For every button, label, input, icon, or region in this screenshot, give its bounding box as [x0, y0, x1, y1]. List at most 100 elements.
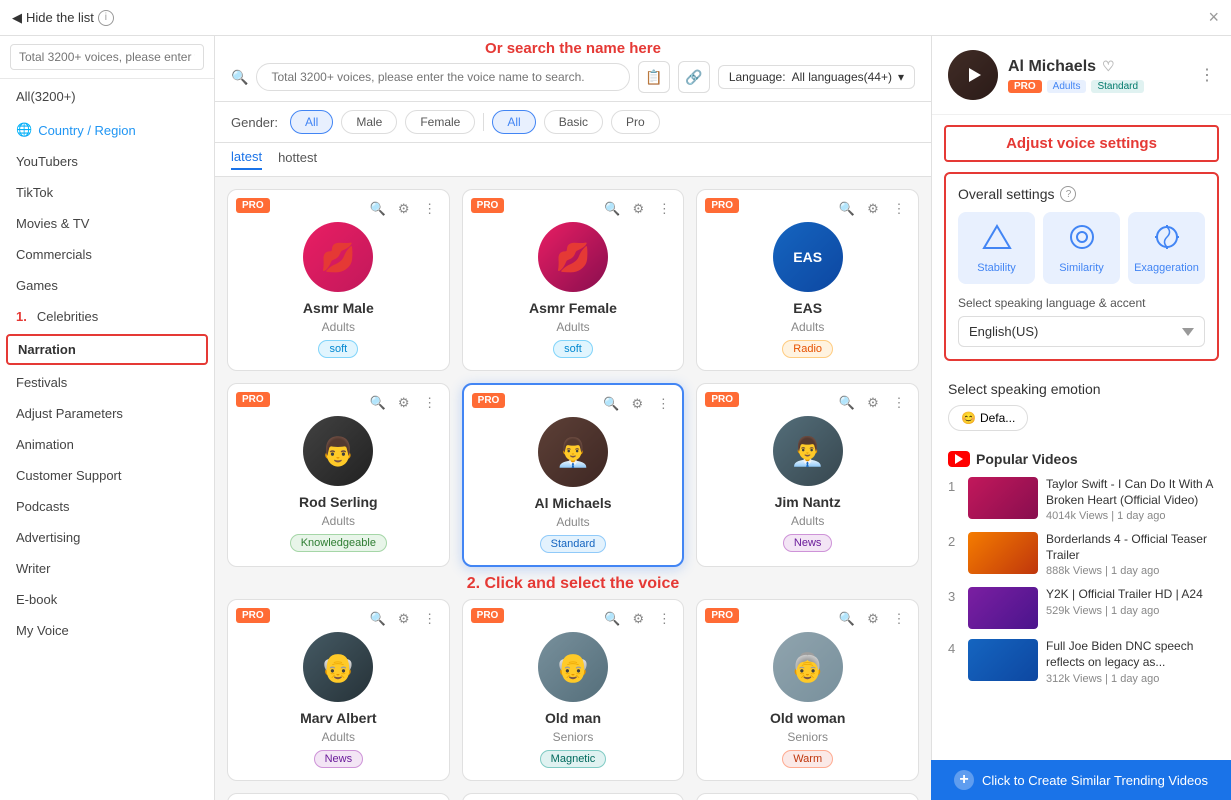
tab-hottest[interactable]: hottest — [278, 150, 317, 169]
search-action-oldwoman[interactable]: 🔍 — [836, 608, 858, 630]
tab-latest[interactable]: latest — [231, 149, 262, 170]
settings-action-oldwoman[interactable]: ⚙ — [862, 608, 884, 630]
hide-list-label: Hide the list — [26, 10, 94, 25]
sidebar-item-youtubers[interactable]: YouTubers — [0, 146, 214, 177]
search-action-asmr-male[interactable]: 🔍 — [367, 198, 389, 220]
search-action-rod[interactable]: 🔍 — [367, 392, 389, 414]
similarity-setting[interactable]: Similarity — [1043, 212, 1120, 284]
lang-accent-select[interactable]: English(US) — [958, 316, 1205, 347]
voice-age-oldman: Seniors — [475, 730, 672, 744]
language-selector[interactable]: Language: All languages(44+) ▾ — [718, 65, 915, 89]
search-action-al[interactable]: 🔍 — [600, 393, 622, 415]
more-action-al[interactable]: ⋮ — [652, 393, 674, 415]
video-item-4[interactable]: 4 Full Joe Biden DNC speech reflects on … — [948, 639, 1215, 684]
voice-card-marv-albert[interactable]: PRO 🔍 ⚙ ⋮ 👴 Marv Albert Adults News — [227, 599, 450, 781]
search-action-asmr-female[interactable]: 🔍 — [601, 198, 623, 220]
more-action-oldman[interactable]: ⋮ — [653, 608, 675, 630]
voice-name-oldwoman: Old woman — [709, 710, 906, 726]
sidebar-item-customer-support[interactable]: Customer Support — [0, 460, 214, 491]
more-action-oldwoman[interactable]: ⋮ — [888, 608, 910, 630]
gender-female-btn[interactable]: Female — [405, 110, 475, 134]
settings-action-eas[interactable]: ⚙ — [862, 198, 884, 220]
sidebar-item-advertising[interactable]: Advertising — [0, 522, 214, 553]
settings-action-oldman[interactable]: ⚙ — [627, 608, 649, 630]
create-trending-button[interactable]: + Click to Create Similar Trending Video… — [931, 760, 1231, 800]
sidebar-item-animation[interactable]: Animation — [0, 429, 214, 460]
emotion-default-btn[interactable]: 😊 Defa... — [948, 405, 1028, 431]
search-action-oldman[interactable]: 🔍 — [601, 608, 623, 630]
exaggeration-setting[interactable]: Exaggeration — [1128, 212, 1205, 284]
heart-icon[interactable]: ♡ — [1102, 58, 1115, 75]
voice-card-rod-serling[interactable]: PRO 🔍 ⚙ ⋮ 👨 Rod Serling Adults Knowledge… — [227, 383, 450, 567]
video-title-4: Full Joe Biden DNC speech reflects on le… — [1046, 639, 1215, 670]
sidebar-item-commercials[interactable]: Commercials — [0, 239, 214, 270]
sidebar-item-festivals[interactable]: Festivals — [0, 367, 214, 398]
more-action-eas[interactable]: ⋮ — [888, 198, 910, 220]
voice-search-input[interactable] — [256, 63, 629, 91]
sidebar-item-e-book[interactable]: E-book — [0, 584, 214, 615]
more-action-jim[interactable]: ⋮ — [888, 392, 910, 414]
settings-action-jim[interactable]: ⚙ — [862, 392, 884, 414]
sidebar-item-celebrities[interactable]: 1. Celebrities — [0, 301, 214, 332]
info-icon[interactable]: i — [98, 10, 114, 26]
voice-card-jim-nantz[interactable]: PRO 🔍 ⚙ ⋮ 👨‍💼 Jim Nantz Adults News — [696, 383, 919, 567]
gender-all-btn[interactable]: All — [290, 110, 333, 134]
voice-card-asmr-male[interactable]: PRO 🔍 ⚙ ⋮ 💋 Asmr Male Adults soft — [227, 189, 450, 371]
settings-action-asmr-female[interactable]: ⚙ — [627, 198, 649, 220]
video-item-1[interactable]: 1 Taylor Swift - I Can Do It With A Brok… — [948, 477, 1215, 522]
sidebar-item-tiktok[interactable]: TikTok — [0, 177, 214, 208]
voice-card-eas[interactable]: PRO 🔍 ⚙ ⋮ EAS EAS Adults Radio — [696, 189, 919, 371]
settings-action-rod[interactable]: ⚙ — [393, 392, 415, 414]
exaggeration-label: Exaggeration — [1134, 262, 1199, 274]
more-action-asmr-male[interactable]: ⋮ — [419, 198, 441, 220]
voice-more-button[interactable]: ⋮ — [1199, 65, 1215, 85]
sidebar-item-all[interactable]: All(3200+) — [0, 79, 214, 114]
pro-badge-jim: PRO — [705, 392, 739, 407]
settings-action-marv[interactable]: ⚙ — [393, 608, 415, 630]
tag-adults: Adults — [1047, 80, 1087, 93]
video-info-3: Y2K | Official Trailer HD | A24 529k Vie… — [1046, 587, 1203, 617]
sidebar-item-writer[interactable]: Writer — [0, 553, 214, 584]
search-action-jim[interactable]: 🔍 — [836, 392, 858, 414]
sidebar-item-narration[interactable]: Narration — [6, 334, 208, 365]
search-action-marv[interactable]: 🔍 — [367, 608, 389, 630]
sidebar-item-my-voice[interactable]: My Voice — [0, 615, 214, 646]
copy-icon-btn[interactable]: 📋 — [638, 61, 670, 93]
search-action-eas[interactable]: 🔍 — [836, 198, 858, 220]
gender-male-btn[interactable]: Male — [341, 110, 397, 134]
voice-card-asmr-female[interactable]: PRO 🔍 ⚙ ⋮ 💋 Asmr Female Adults soft — [462, 189, 685, 371]
voice-tag-asmr-female: soft — [553, 340, 593, 358]
sidebar-item-country-region[interactable]: 🌐 Country / Region — [0, 114, 214, 146]
settings-action-asmr-male[interactable]: ⚙ — [393, 198, 415, 220]
voice-card-basic-1[interactable]: BASIC 🔍 ⋮ 👩 Voice Basic 1 Adults — [227, 793, 450, 800]
voice-name-oldman: Old man — [475, 710, 672, 726]
type-basic-btn[interactable]: Basic — [544, 110, 603, 134]
sidebar-item-games[interactable]: Games — [0, 270, 214, 301]
stability-setting[interactable]: Stability — [958, 212, 1035, 284]
video-item-3[interactable]: 3 Y2K | Official Trailer HD | A24 529k V… — [948, 587, 1215, 629]
close-button[interactable]: × — [1208, 7, 1219, 28]
sidebar-item-movies-tv[interactable]: Movies & TV — [0, 208, 214, 239]
overall-info-icon[interactable]: ? — [1060, 186, 1076, 202]
voice-card-old-woman[interactable]: PRO 🔍 ⚙ ⋮ 👵 Old woman Seniors Warm — [696, 599, 919, 781]
voice-card-basic-3[interactable]: BASIC 🔍 ⋮ 👨 Voice Basic 3 Adults — [696, 793, 919, 800]
video-item-2[interactable]: 2 Borderlands 4 - Official Teaser Traile… — [948, 532, 1215, 577]
voice-card-basic-2[interactable]: BASIC 🔍 ⋮ 👨 Voice Basic 2 Adults — [462, 793, 685, 800]
play-overlay[interactable] — [948, 50, 998, 100]
link-icon-btn[interactable]: 🔗 — [678, 61, 710, 93]
avatar-eas: EAS — [773, 222, 843, 292]
voice-card-old-man[interactable]: PRO 🔍 ⚙ ⋮ 👴 Old man Seniors Magnetic — [462, 599, 685, 781]
hide-list-button[interactable]: ◀ Hide the list i — [12, 10, 114, 26]
click-select-hint: 2. Click and select the voice — [467, 575, 680, 593]
more-action-marv[interactable]: ⋮ — [419, 608, 441, 630]
voice-card-al-michaels[interactable]: PRO 🔍 ⚙ ⋮ 👨‍💼 Al Michaels Adults Standar… — [462, 383, 685, 567]
more-action-rod[interactable]: ⋮ — [419, 392, 441, 414]
type-all-btn[interactable]: All — [492, 110, 535, 134]
more-action-asmr-female[interactable]: ⋮ — [653, 198, 675, 220]
sidebar-search-input[interactable] — [10, 44, 204, 70]
sidebar-item-podcasts[interactable]: Podcasts — [0, 491, 214, 522]
type-pro-btn[interactable]: Pro — [611, 110, 660, 134]
settings-action-al[interactable]: ⚙ — [626, 393, 648, 415]
sidebar-item-adjust-params[interactable]: Adjust Parameters — [0, 398, 214, 429]
video-num-3: 3 — [948, 589, 960, 604]
